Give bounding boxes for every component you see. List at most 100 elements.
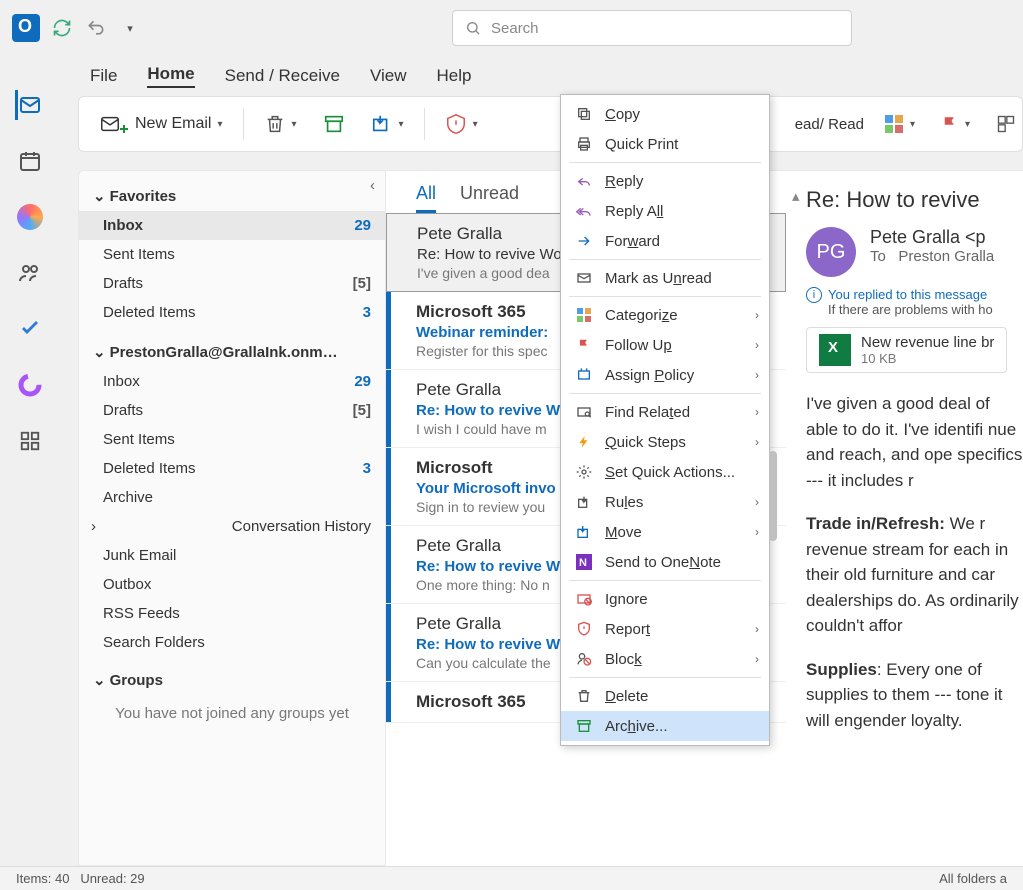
- folder-search-folders[interactable]: Search Folders: [79, 628, 385, 657]
- tab-help[interactable]: Help: [436, 66, 471, 86]
- tab-file[interactable]: File: [90, 66, 117, 86]
- undo-icon[interactable]: [84, 16, 108, 40]
- policy-icon: [575, 366, 593, 384]
- favorites-header[interactable]: ⌄Favorites: [79, 181, 385, 211]
- ctx-follow-up[interactable]: Follow Up›: [561, 330, 769, 360]
- mail-icon: [575, 269, 593, 287]
- shield-icon: [575, 620, 593, 638]
- search-input[interactable]: Search: [452, 10, 852, 46]
- sync-icon[interactable]: [50, 16, 74, 40]
- collapse-folders-icon[interactable]: ‹: [370, 177, 375, 194]
- ctx-reply[interactable]: Reply: [561, 166, 769, 196]
- context-scrollbar[interactable]: [769, 451, 777, 541]
- rail-people-icon[interactable]: [15, 258, 45, 288]
- groups-header[interactable]: ⌄Groups: [79, 665, 385, 695]
- move-button[interactable]: ▾: [365, 109, 410, 139]
- status-items: Items: 40: [16, 871, 69, 886]
- account-header[interactable]: ⌄PrestonGralla@GrallaInk.onm…: [79, 337, 385, 367]
- folder-conv-history[interactable]: › Conversation History: [79, 512, 385, 541]
- ctx-find-related[interactable]: Find Related›: [561, 397, 769, 427]
- customize-dropdown-icon[interactable]: ▾: [118, 16, 142, 40]
- folder-drafts2[interactable]: Drafts[5]: [79, 396, 385, 425]
- status-unread: Unread: 29: [80, 871, 144, 886]
- ctx-reply-all[interactable]: Reply All: [561, 196, 769, 226]
- rail-apps-icon[interactable]: [15, 426, 45, 456]
- folder-deleted2[interactable]: Deleted Items3: [79, 454, 385, 483]
- reply-icon: [575, 172, 593, 190]
- rail-calendar-icon[interactable]: [15, 146, 45, 176]
- ribbon-toolbar: New Email ▾ ▾ ▾ ▾ ead/ Read ▾ ▾: [78, 96, 1023, 152]
- ctx-archive[interactable]: Archive...: [561, 711, 769, 741]
- archive-button[interactable]: [317, 109, 351, 139]
- search-placeholder: Search: [491, 20, 539, 37]
- ctx-quick-steps[interactable]: Quick Steps›: [561, 427, 769, 457]
- ctx-quick-print[interactable]: Quick Print: [561, 129, 769, 159]
- rail-todo-icon[interactable]: [15, 314, 45, 344]
- reading-pane: ▴ Re: How to revive PG Pete Gralla <p To…: [786, 170, 1023, 866]
- ctx-ignore[interactable]: Ignore: [561, 584, 769, 614]
- folder-archive[interactable]: Archive: [79, 483, 385, 512]
- ctx-onenote[interactable]: NSend to OneNote: [561, 547, 769, 577]
- block-icon: [575, 650, 593, 668]
- rail-loop-icon[interactable]: [15, 370, 45, 400]
- read-unread-button[interactable]: ead/ Read: [795, 116, 864, 133]
- avatar: PG: [806, 227, 856, 277]
- attachment[interactable]: New revenue line br 10 KB: [806, 327, 1007, 373]
- info-bar: i You replied to this message If there a…: [806, 287, 1023, 317]
- ctx-report[interactable]: Report›: [561, 614, 769, 644]
- ctx-mark-unread[interactable]: Mark as Unread: [561, 263, 769, 293]
- folder-junk[interactable]: Junk Email: [79, 541, 385, 570]
- move-icon: [575, 523, 593, 541]
- folder-sent[interactable]: Sent Items: [79, 240, 385, 269]
- folder-outbox[interactable]: Outbox: [79, 570, 385, 599]
- categorize-button[interactable]: ▾: [878, 110, 921, 138]
- ctx-assign-policy[interactable]: Assign Policy›: [561, 360, 769, 390]
- search-icon: [465, 20, 481, 36]
- tab-send-receive[interactable]: Send / Receive: [225, 66, 340, 86]
- new-email-label: New Email: [135, 115, 211, 133]
- outlook-logo: [12, 14, 40, 42]
- ctx-categorize[interactable]: Categorize›: [561, 300, 769, 330]
- ctx-copy[interactable]: Copy: [561, 99, 769, 129]
- rules-icon: [575, 493, 593, 511]
- tab-view[interactable]: View: [370, 66, 407, 86]
- ctx-forward[interactable]: Forward: [561, 226, 769, 256]
- reply-all-icon: [575, 202, 593, 220]
- sender-row: PG Pete Gralla <p To Preston Gralla: [806, 227, 1023, 277]
- folder-sent2[interactable]: Sent Items: [79, 425, 385, 454]
- ctx-set-quick-actions[interactable]: Set Quick Actions...: [561, 457, 769, 487]
- flag-button[interactable]: ▾: [935, 111, 976, 137]
- title-bar: ▾ Search: [0, 0, 1023, 56]
- separator: [424, 108, 425, 140]
- forward-icon: [575, 232, 593, 250]
- new-email-button[interactable]: New Email ▾: [93, 109, 229, 139]
- filter-unread[interactable]: Unread: [460, 183, 519, 213]
- attachment-size: 10 KB: [861, 351, 994, 366]
- chevron-down-icon[interactable]: ▾: [217, 119, 222, 130]
- folder-inbox2[interactable]: Inbox29: [79, 367, 385, 396]
- folder-deleted[interactable]: Deleted Items3: [79, 298, 385, 327]
- ctx-move[interactable]: Move›: [561, 517, 769, 547]
- more-button[interactable]: [990, 110, 1022, 138]
- categorize-icon: [575, 306, 593, 324]
- plus-icon: [119, 124, 129, 134]
- find-icon: [575, 403, 593, 421]
- svg-text:N: N: [579, 557, 587, 569]
- scroll-up-icon[interactable]: ▴: [792, 187, 800, 205]
- filter-all[interactable]: All: [416, 183, 436, 213]
- delete-button[interactable]: ▾: [258, 109, 303, 139]
- folder-rss[interactable]: RSS Feeds: [79, 599, 385, 628]
- rail-copilot-icon[interactable]: [15, 202, 45, 232]
- reading-subject: Re: How to revive: [806, 187, 1023, 213]
- report-button[interactable]: ▾: [439, 109, 484, 139]
- folder-drafts[interactable]: Drafts[5]: [79, 269, 385, 298]
- email-body: I've given a good deal of able to do it.…: [806, 391, 1023, 733]
- ctx-rules[interactable]: Rules›: [561, 487, 769, 517]
- rail-mail-icon[interactable]: [15, 90, 45, 120]
- separator: [243, 108, 244, 140]
- ctx-block[interactable]: Block›: [561, 644, 769, 674]
- status-right: All folders a: [939, 871, 1007, 886]
- ctx-delete[interactable]: Delete: [561, 681, 769, 711]
- tab-home[interactable]: Home: [147, 64, 194, 88]
- folder-inbox[interactable]: Inbox29: [79, 211, 385, 240]
